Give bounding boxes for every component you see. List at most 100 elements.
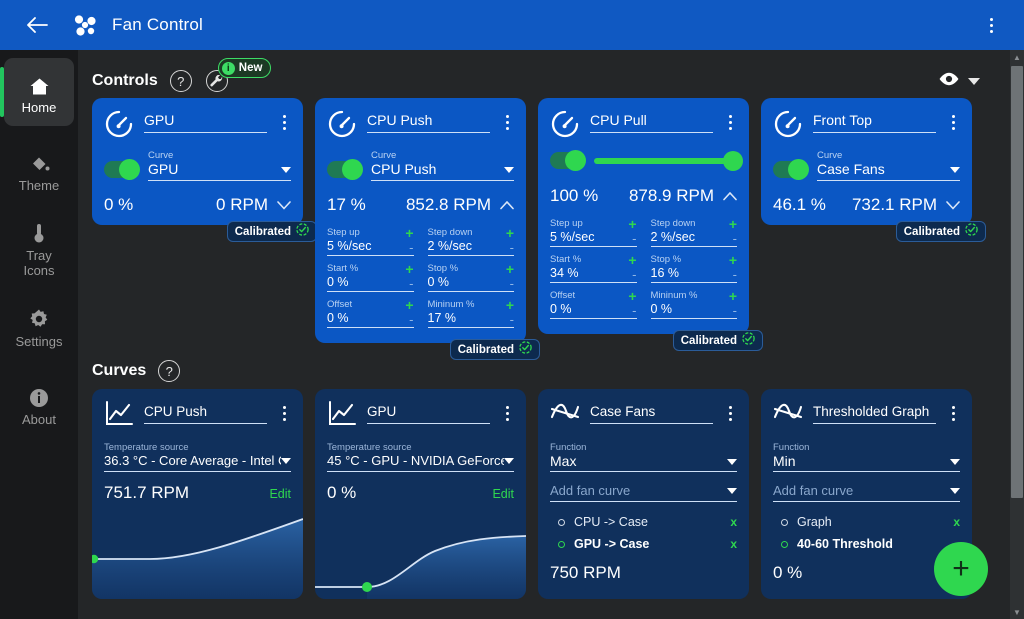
sidebar-item-about[interactable]: About [4,370,74,438]
add-button[interactable]: + [934,542,988,596]
increment-button[interactable]: + [506,228,514,238]
chevron-down-icon[interactable] [281,167,291,173]
decrement-button[interactable]: - [632,269,636,280]
increment-button[interactable]: + [405,300,413,310]
card-menu-icon[interactable] [723,109,737,130]
chevron-down-icon[interactable] [950,167,960,173]
control-name-field[interactable]: CPU Push [367,109,490,133]
enable-toggle[interactable] [773,161,807,178]
card-menu-icon[interactable] [946,109,960,130]
chevron-down-icon[interactable] [504,458,514,464]
decrement-button[interactable]: - [510,314,514,325]
param-start-pct[interactable]: Start %+ 0 %- [327,263,414,297]
chevron-down-icon[interactable] [946,198,960,213]
param-step-up[interactable]: Step up+ 5 %/sec- [327,227,414,261]
help-icon[interactable]: ? [170,70,192,92]
add-fan-curve-select[interactable]: Add fan curve [773,483,960,502]
param-offset[interactable]: Offset+ 0 %- [327,299,414,333]
list-item[interactable]: CPU -> Case x [550,511,737,533]
chevron-down-icon[interactable] [277,198,291,213]
scrollbar-thumb[interactable] [1011,66,1023,498]
increment-button[interactable]: + [628,291,636,301]
param-step-up[interactable]: Step up+ 5 %/sec- [550,218,637,252]
increment-button[interactable]: + [506,264,514,274]
speed-slider[interactable] [594,150,737,172]
enable-toggle[interactable] [104,161,138,178]
chevron-up-icon[interactable] [723,189,737,204]
list-item[interactable]: 40-60 Threshold [773,533,960,555]
chevron-down-icon[interactable] [727,459,737,465]
curve-card-gpu[interactable]: GPU Temperature source 45 °C - GPU - NVI… [315,389,526,599]
temperature-source-select[interactable]: Temperature source 45 °C - GPU - NVIDIA … [327,442,514,472]
curve-name-field[interactable]: Thresholded Graph [813,400,936,424]
chevron-down-icon[interactable] [950,488,960,494]
curve-name-field[interactable]: GPU [367,400,490,424]
vertical-scrollbar[interactable]: ▲ ▼ [1010,50,1024,619]
remove-icon[interactable]: x [730,515,737,529]
sidebar-item-home[interactable]: Home [4,58,74,126]
increment-button[interactable]: + [405,264,413,274]
control-name-field[interactable]: Front Top [813,109,936,133]
chevron-down-icon[interactable] [504,167,514,173]
function-select[interactable]: Function Min [773,442,960,472]
control-card-cpu-pull[interactable]: CPU Pull 100 % 878.9 RPM [538,98,749,334]
param-minimum-pct[interactable]: Mininum %+ 0 %- [651,290,738,324]
card-menu-icon[interactable] [277,109,291,130]
scroll-down-button[interactable]: ▼ [1010,605,1024,619]
enable-toggle[interactable] [327,161,361,178]
back-arrow-icon[interactable] [20,8,54,42]
decrement-button[interactable]: - [733,305,737,316]
chevron-down-icon[interactable] [968,78,980,85]
chevron-down-icon[interactable] [950,459,960,465]
card-menu-icon[interactable] [946,400,960,421]
function-select[interactable]: Function Max [550,442,737,472]
decrement-button[interactable]: - [510,242,514,253]
param-minimum-pct[interactable]: Mininum %+ 17 %- [428,299,515,333]
controls-tools[interactable]: i New [206,70,228,92]
increment-button[interactable]: + [405,228,413,238]
decrement-button[interactable]: - [510,278,514,289]
window-menu-icon[interactable] [976,8,1006,42]
sidebar-item-settings[interactable]: Settings [4,292,74,360]
decrement-button[interactable]: - [409,278,413,289]
chevron-up-icon[interactable] [500,198,514,213]
list-item[interactable]: GPU -> Case x [550,533,737,555]
control-card-cpu-push[interactable]: CPU Push Curve CPU Push 17 % [315,98,526,343]
card-menu-icon[interactable] [500,109,514,130]
curve-card-cpu-push[interactable]: CPU Push Temperature source 36.3 °C - Co… [92,389,303,599]
slider-thumb[interactable] [723,151,743,171]
curve-name-field[interactable]: Case Fans [590,400,713,424]
card-menu-icon[interactable] [500,400,514,421]
list-item[interactable]: Graph x [773,511,960,533]
curve-select[interactable]: Curve Case Fans [817,150,960,181]
decrement-button[interactable]: - [733,269,737,280]
decrement-button[interactable]: - [733,233,737,244]
control-card-front-top[interactable]: Front Top Curve Case Fans 46.1 % [761,98,972,225]
sidebar-item-tray-icons[interactable]: Tray Icons [4,214,74,282]
eye-icon[interactable] [938,72,960,91]
param-step-down[interactable]: Step down+ 2 %/sec- [428,227,515,261]
remove-icon[interactable]: x [730,537,737,551]
increment-button[interactable]: + [729,291,737,301]
decrement-button[interactable]: - [632,233,636,244]
curve-graph[interactable] [92,515,303,599]
decrement-button[interactable]: - [632,305,636,316]
curve-name-field[interactable]: CPU Push [144,400,267,424]
param-step-down[interactable]: Step down+ 2 %/sec- [651,218,738,252]
curve-card-case-fans[interactable]: Case Fans Function Max Add fan curve [538,389,749,599]
card-menu-icon[interactable] [723,400,737,421]
edit-link[interactable]: Edit [269,487,291,501]
remove-icon[interactable]: x [953,515,960,529]
param-start-pct[interactable]: Start %+ 34 %- [550,254,637,288]
param-stop-pct[interactable]: Stop %+ 16 %- [651,254,738,288]
param-stop-pct[interactable]: Stop %+ 0 %- [428,263,515,297]
chevron-down-icon[interactable] [281,458,291,464]
help-icon[interactable]: ? [158,360,180,382]
edit-link[interactable]: Edit [492,487,514,501]
curve-graph[interactable] [315,515,526,599]
control-card-gpu[interactable]: GPU Curve GPU 0 % 0 RP [92,98,303,225]
control-name-field[interactable]: GPU [144,109,267,133]
increment-button[interactable]: + [506,300,514,310]
add-fan-curve-select[interactable]: Add fan curve [550,483,737,502]
increment-button[interactable]: + [729,255,737,265]
